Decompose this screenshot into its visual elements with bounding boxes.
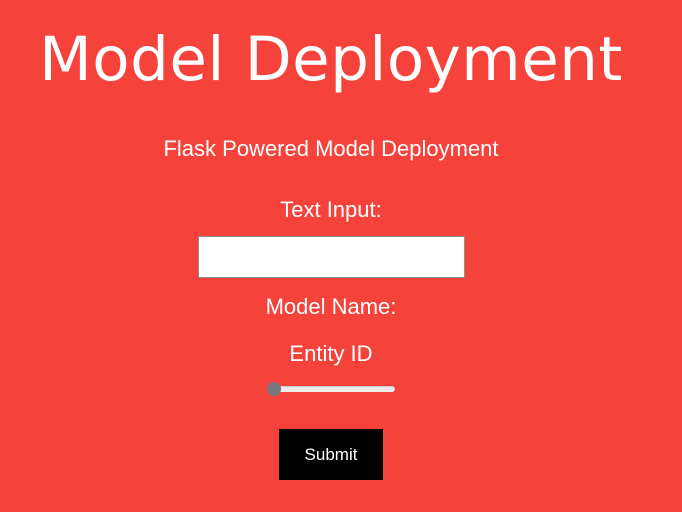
page-title: Model Deployment [39, 24, 623, 95]
submit-button[interactable]: Submit [279, 429, 383, 480]
slider-thumb[interactable] [267, 382, 281, 396]
page-subtitle: Flask Powered Model Deployment [163, 136, 499, 161]
slider-track[interactable] [270, 386, 395, 392]
entity-id-label: Entity ID [289, 341, 373, 366]
entity-id-slider[interactable] [267, 380, 397, 398]
text-input-label: Text Input: [280, 197, 382, 222]
model-name-label: Model Name: [265, 294, 397, 319]
text-input-field[interactable] [198, 236, 465, 278]
